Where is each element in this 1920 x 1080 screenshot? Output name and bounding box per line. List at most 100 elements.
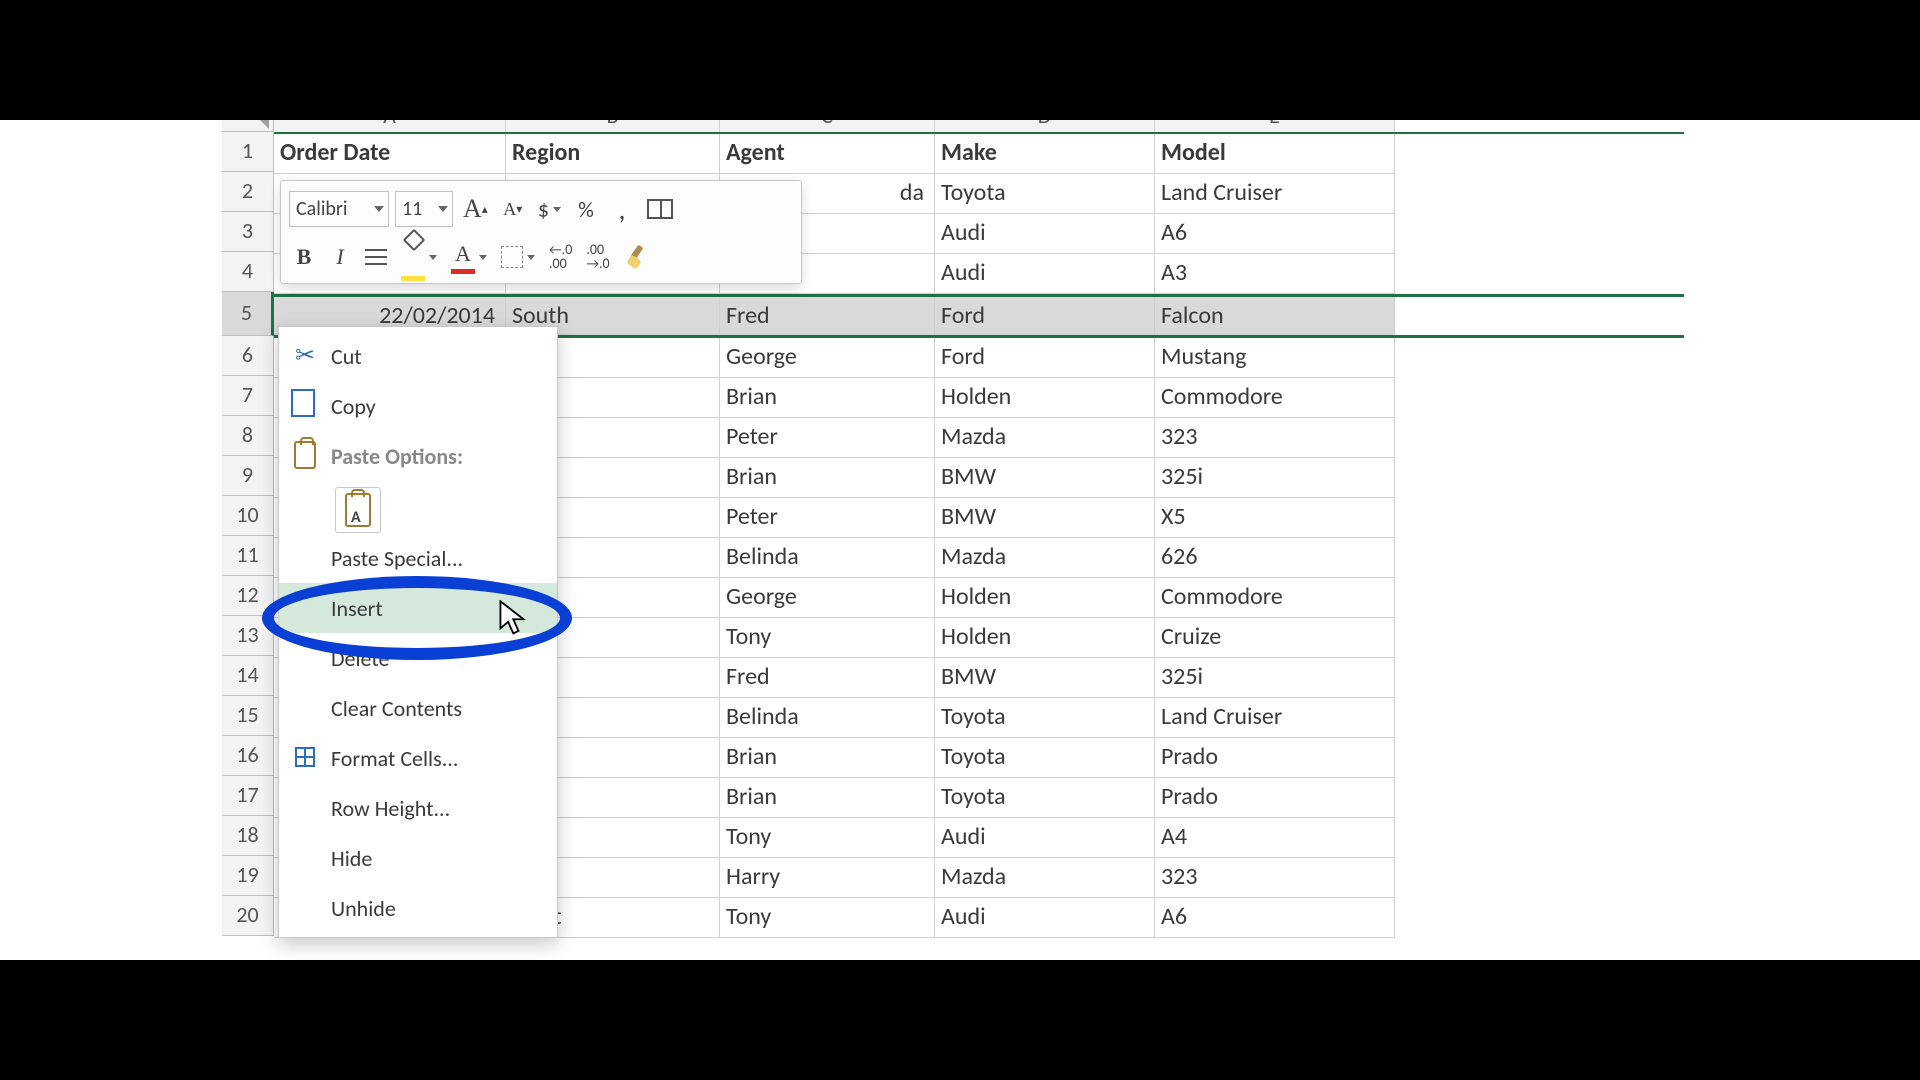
cell[interactable]: Toyota [935,738,1155,778]
cell[interactable]: Commodore [1155,378,1395,418]
comma-format-button[interactable]: , [607,191,637,227]
cell[interactable]: Fred [720,658,935,698]
menu-item-cut[interactable]: Cut [279,331,557,381]
row-header-selected[interactable]: 5 [222,292,274,336]
cell[interactable]: Belinda [720,698,935,738]
cell[interactable]: Falcon [1155,297,1395,335]
cell[interactable]: Mazda [935,858,1155,898]
menu-item-paste-special[interactable]: Paste Special... [279,533,557,583]
row-header[interactable]: 11 [222,536,274,576]
cell[interactable]: Belinda [720,538,935,578]
column-header-d[interactable]: D [935,120,1155,132]
cell[interactable]: Order Date [274,134,506,174]
menu-item-unhide[interactable]: Unhide [279,883,557,933]
row-header[interactable]: 13 [222,616,274,656]
cell[interactable]: Brian [720,378,935,418]
cell[interactable]: Mustang [1155,338,1395,378]
row-header[interactable]: 8 [222,416,274,456]
cell[interactable]: BMW [935,658,1155,698]
cell[interactable]: Audi [935,214,1155,254]
row-header[interactable]: 19 [222,856,274,896]
paste-option-button[interactable]: A [335,487,381,533]
column-header-c[interactable]: C [720,120,935,132]
row-header[interactable]: 16 [222,736,274,776]
cell[interactable]: Peter [720,498,935,538]
cell[interactable]: Tony [720,818,935,858]
row-header[interactable]: 1 [222,132,274,172]
cell[interactable]: Toyota [935,698,1155,738]
cell[interactable]: Harry [720,858,935,898]
cell[interactable]: Brian [720,458,935,498]
cell[interactable]: George [720,578,935,618]
cell[interactable]: Region [506,134,720,174]
cell[interactable]: Toyota [935,174,1155,214]
menu-item-clear-contents[interactable]: Clear Contents [279,683,557,733]
column-header-a[interactable]: A [274,120,506,132]
cell[interactable]: Commodore [1155,578,1395,618]
cell[interactable]: George [720,338,935,378]
column-header-e[interactable]: E [1155,120,1395,132]
cell[interactable]: Brian [720,738,935,778]
menu-item-hide[interactable]: Hide [279,833,557,883]
cell[interactable]: Ford [935,297,1155,335]
row-header[interactable]: 4 [222,252,274,292]
cell[interactable]: A6 [1155,214,1395,254]
cell[interactable]: Tony [720,618,935,658]
cell[interactable]: Peter [720,418,935,458]
cell[interactable]: Toyota [935,778,1155,818]
cell[interactable]: Holden [935,578,1155,618]
row-header[interactable]: 2 [222,172,274,212]
cell[interactable]: Audi [935,818,1155,858]
cell[interactable]: Tony [720,898,935,938]
currency-format-button[interactable]: $ [534,191,565,227]
cell[interactable]: Holden [935,378,1155,418]
percent-format-button[interactable]: % [571,191,601,227]
font-name-dropdown[interactable]: Calibri [289,191,389,227]
cell[interactable]: Prado [1155,738,1395,778]
menu-item-row-height[interactable]: Row Height... [279,783,557,833]
cell[interactable]: Cruize [1155,618,1395,658]
bold-button[interactable]: B [289,239,319,275]
cell[interactable]: 323 [1155,418,1395,458]
row-header[interactable]: 17 [222,776,274,816]
cell[interactable]: Brian [720,778,935,818]
cell[interactable]: Land Cruiser [1155,174,1395,214]
fill-color-button[interactable] [397,239,441,275]
table-row[interactable]: Order Date Region Agent Make Model [274,134,1684,174]
cell[interactable]: Model [1155,134,1395,174]
cell[interactable]: Make [935,134,1155,174]
row-header[interactable]: 12 [222,576,274,616]
cell[interactable]: BMW [935,458,1155,498]
cell[interactable]: Ford [935,338,1155,378]
cell[interactable]: Mazda [935,538,1155,578]
decrease-font-button[interactable]: A▾ [498,191,528,227]
cell[interactable]: 323 [1155,858,1395,898]
menu-item-format-cells[interactable]: Format Cells... [279,733,557,783]
cell[interactable]: X5 [1155,498,1395,538]
cell[interactable]: A6 [1155,898,1395,938]
column-header-b[interactable]: B [506,120,720,132]
cell[interactable]: Audi [935,898,1155,938]
cell[interactable]: Prado [1155,778,1395,818]
font-color-button[interactable]: A [447,239,491,275]
row-header[interactable]: 14 [222,656,274,696]
select-all-corner[interactable] [222,120,274,132]
cell[interactable]: Fred [720,297,935,335]
merge-cells-button[interactable] [643,191,677,227]
decrease-decimal-button[interactable]: ←.0.00 [545,239,576,275]
row-header[interactable]: 18 [222,816,274,856]
cell[interactable]: Land Cruiser [1155,698,1395,738]
cell[interactable]: Audi [935,254,1155,294]
increase-font-button[interactable]: A▴ [459,191,492,227]
cell[interactable]: Agent [720,134,935,174]
row-header[interactable]: 7 [222,376,274,416]
cell[interactable]: 626 [1155,538,1395,578]
menu-item-insert[interactable]: Insert [279,583,557,633]
increase-decimal-button[interactable]: .00→.0 [582,239,613,275]
row-header[interactable]: 20 [222,896,274,936]
row-header[interactable]: 3 [222,212,274,252]
menu-item-copy[interactable]: Copy [279,381,557,431]
italic-button[interactable]: I [325,239,355,275]
row-header[interactable]: 6 [222,336,274,376]
font-size-dropdown[interactable]: 11 [395,191,453,227]
